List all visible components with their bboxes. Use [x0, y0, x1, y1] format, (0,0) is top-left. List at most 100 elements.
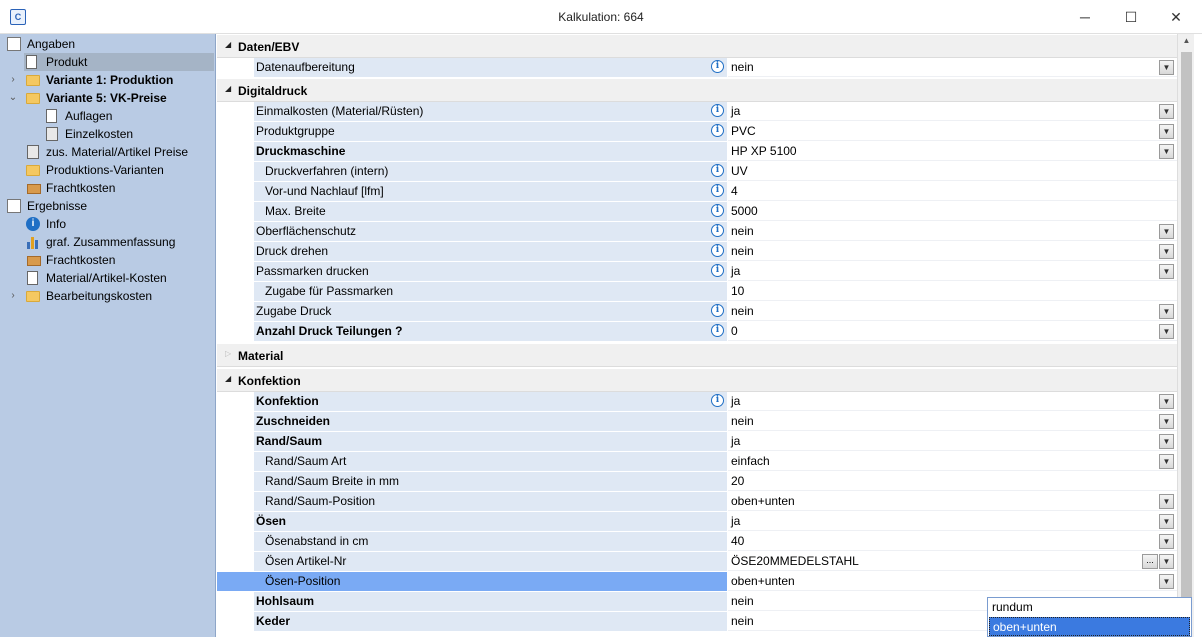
dropdown-arrow-icon[interactable]: ▼: [1159, 534, 1174, 549]
property-value[interactable]: ÖSE20MMEDELSTAHL: [728, 552, 1177, 571]
info-icon[interactable]: i: [711, 60, 724, 73]
minimize-button[interactable]: ─: [1075, 8, 1095, 26]
property-row-konfektion[interactable]: Konfektion i ja ▼: [217, 392, 1177, 412]
scroll-up-icon[interactable]: ▲: [1178, 36, 1195, 50]
property-value[interactable]: 0: [728, 322, 1177, 341]
info-icon[interactable]: i: [711, 164, 724, 177]
collapse-triangle-icon[interactable]: ◢: [225, 40, 231, 49]
section-daten-ebv[interactable]: ◢ Daten/EBV: [217, 34, 1177, 58]
dropdown-arrow-icon[interactable]: ▼: [1159, 304, 1174, 319]
tree-item-variante-1[interactable]: › Variante 1: Produktion: [0, 71, 215, 89]
info-icon[interactable]: i: [711, 104, 724, 117]
dropdown-arrow-icon[interactable]: ▼: [1159, 144, 1174, 159]
info-icon[interactable]: i: [711, 184, 724, 197]
property-row-oesen-position[interactable]: Ösen-Position oben+unten ▼: [217, 572, 1177, 592]
property-row-produktgruppe[interactable]: Produktgruppe i PVC ▼: [217, 122, 1177, 142]
tree-item-auflagen[interactable]: Auflagen: [0, 107, 215, 125]
section-konfektion[interactable]: ◢ Konfektion: [217, 368, 1177, 392]
property-value[interactable]: ja: [728, 392, 1177, 411]
property-row-zuschneiden[interactable]: Zuschneiden nein ▼: [217, 412, 1177, 432]
dropdown-arrow-icon[interactable]: ▼: [1159, 434, 1174, 449]
maximize-button[interactable]: ☐: [1121, 8, 1141, 26]
dropdown-arrow-icon[interactable]: ▼: [1159, 324, 1174, 339]
tree-item-einzelkosten[interactable]: Einzelkosten: [0, 125, 215, 143]
property-value[interactable]: einfach: [728, 452, 1177, 471]
property-value[interactable]: nein: [728, 242, 1177, 261]
section-digitaldruck[interactable]: ◢ Digitaldruck: [217, 78, 1177, 102]
dropdown-arrow-icon[interactable]: ▼: [1159, 574, 1174, 589]
tree-item-frachtkosten[interactable]: Frachtkosten: [0, 179, 215, 197]
collapse-triangle-icon[interactable]: ◢: [225, 374, 231, 383]
tree-item-material-artikel-kosten[interactable]: Material/Artikel-Kosten: [0, 269, 215, 287]
property-value[interactable]: ja: [728, 262, 1177, 281]
tree-item-angaben[interactable]: Angaben: [0, 35, 215, 53]
tree-item-frachtkosten-ergebnis[interactable]: Frachtkosten: [0, 251, 215, 269]
property-row-passmarken[interactable]: Passmarken drucken i ja ▼: [217, 262, 1177, 282]
property-value[interactable]: HP XP 5100: [728, 142, 1177, 161]
dropdown-arrow-icon[interactable]: ▼: [1159, 554, 1174, 569]
property-row-zugabe-druck[interactable]: Zugabe Druck i nein ▼: [217, 302, 1177, 322]
property-value[interactable]: ja: [728, 102, 1177, 121]
info-icon[interactable]: i: [711, 224, 724, 237]
property-value[interactable]: nein: [728, 302, 1177, 321]
dropdown-arrow-icon[interactable]: ▼: [1159, 124, 1174, 139]
info-icon[interactable]: i: [711, 324, 724, 337]
info-icon[interactable]: i: [711, 264, 724, 277]
dropdown-arrow-icon[interactable]: ▼: [1159, 514, 1174, 529]
dropdown-option-oben-unten[interactable]: oben+unten: [989, 617, 1190, 636]
property-row-rand-saum-position[interactable]: Rand/Saum-Position oben+unten ▼: [217, 492, 1177, 512]
property-row-oberflaechenschutz[interactable]: Oberflächenschutz i nein ▼: [217, 222, 1177, 242]
tree-item-produktions-varianten[interactable]: Produktions-Varianten: [0, 161, 215, 179]
scrollbar-thumb[interactable]: [1181, 52, 1192, 627]
property-value[interactable]: 20: [728, 472, 1177, 491]
property-row-zugabe-passmarken[interactable]: Zugabe für Passmarken 10: [217, 282, 1177, 302]
dropdown-arrow-icon[interactable]: ▼: [1159, 494, 1174, 509]
property-value[interactable]: nein: [728, 222, 1177, 241]
property-row-max-breite[interactable]: Max. Breite i 5000: [217, 202, 1177, 222]
property-row-vor-nachlauf[interactable]: Vor-und Nachlauf [lfm] i 4: [217, 182, 1177, 202]
property-row-rand-saum-art[interactable]: Rand/Saum Art einfach ▼: [217, 452, 1177, 472]
property-row-anzahl-teilungen[interactable]: Anzahl Druck Teilungen ? i 0 ▼: [217, 322, 1177, 342]
property-row-druckmaschine[interactable]: Druckmaschine HP XP 5100 ▼: [217, 142, 1177, 162]
tree-item-zus-material[interactable]: zus. Material/Artikel Preise: [0, 143, 215, 161]
property-row-druck-drehen[interactable]: Druck drehen i nein ▼: [217, 242, 1177, 262]
dropdown-option-rundum[interactable]: rundum: [989, 598, 1190, 617]
info-icon[interactable]: i: [711, 124, 724, 137]
info-icon[interactable]: i: [711, 204, 724, 217]
property-value[interactable]: ja: [728, 432, 1177, 451]
tree-item-graf-zusammenfassung[interactable]: graf. Zusammenfassung: [0, 233, 215, 251]
dropdown-arrow-icon[interactable]: ▼: [1159, 264, 1174, 279]
info-icon[interactable]: i: [711, 244, 724, 257]
dropdown-arrow-icon[interactable]: ▼: [1159, 414, 1174, 429]
property-row-druckverfahren[interactable]: Druckverfahren (intern) i UV: [217, 162, 1177, 182]
property-value[interactable]: PVC: [728, 122, 1177, 141]
tree-item-ergebnisse[interactable]: Ergebnisse: [0, 197, 215, 215]
expand-triangle-icon[interactable]: ▷: [225, 349, 231, 358]
dropdown-arrow-icon[interactable]: ▼: [1159, 60, 1174, 75]
tree-item-info[interactable]: i Info: [0, 215, 215, 233]
dropdown-arrow-icon[interactable]: ▼: [1159, 244, 1174, 259]
chevron-down-icon[interactable]: ⌄: [8, 89, 18, 107]
property-value[interactable]: nein: [728, 58, 1177, 77]
ellipsis-button[interactable]: ...: [1142, 554, 1158, 569]
property-row-rand-saum[interactable]: Rand/Saum ja ▼: [217, 432, 1177, 452]
section-material[interactable]: ▷ Material: [217, 343, 1177, 367]
tree-item-produkt[interactable]: Produkt: [24, 53, 214, 71]
property-row-oesenabstand[interactable]: Ösenabstand in cm 40 ▼: [217, 532, 1177, 552]
tree-item-variante-5[interactable]: ⌄ Variante 5: VK-Preise: [0, 89, 215, 107]
property-row-einmalkosten[interactable]: Einmalkosten (Material/Rüsten) i ja ▼: [217, 102, 1177, 122]
vertical-scrollbar[interactable]: ▲: [1177, 34, 1194, 637]
dropdown-arrow-icon[interactable]: ▼: [1159, 454, 1174, 469]
property-value[interactable]: oben+unten: [728, 572, 1177, 591]
property-row-oesen-artikel[interactable]: Ösen Artikel-Nr ÖSE20MMEDELSTAHL ... ▼: [217, 552, 1177, 572]
dropdown-arrow-icon[interactable]: ▼: [1159, 394, 1174, 409]
property-value[interactable]: oben+unten: [728, 492, 1177, 511]
info-icon[interactable]: i: [711, 394, 724, 407]
property-row-rand-saum-breite[interactable]: Rand/Saum Breite in mm 20: [217, 472, 1177, 492]
tree-item-bearbeitungskosten[interactable]: › Bearbeitungskosten: [0, 287, 215, 305]
dropdown-arrow-icon[interactable]: ▼: [1159, 224, 1174, 239]
property-row-oesen[interactable]: Ösen ja ▼: [217, 512, 1177, 532]
chevron-right-icon[interactable]: ›: [8, 71, 18, 89]
property-value[interactable]: nein: [728, 412, 1177, 431]
collapse-triangle-icon[interactable]: ◢: [225, 84, 231, 93]
